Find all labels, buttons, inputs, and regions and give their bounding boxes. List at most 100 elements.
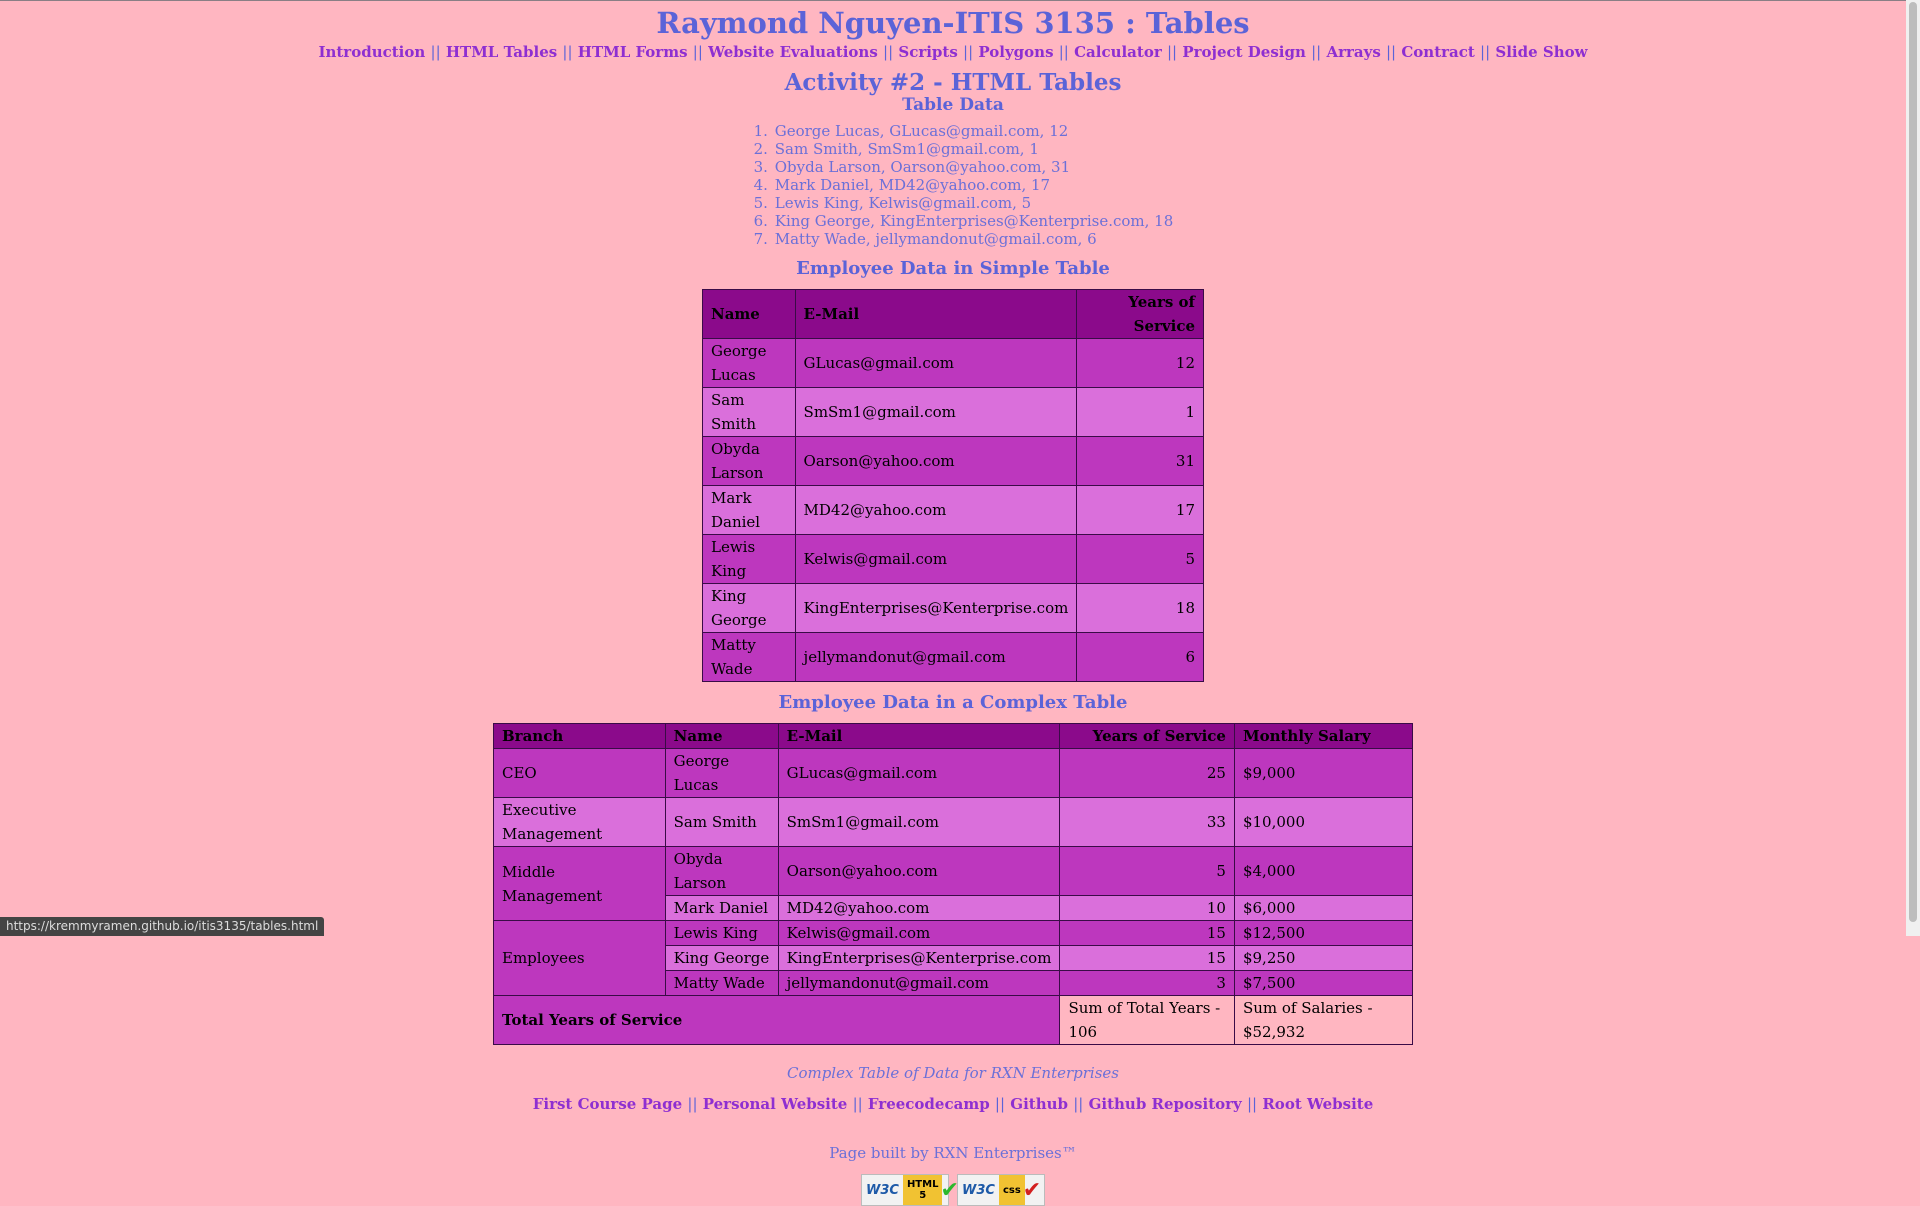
nav-link-slide-show[interactable]: Slide Show xyxy=(1495,43,1587,61)
list-item: Lewis King, Kelwis@gmail.com, 5 xyxy=(773,194,1174,212)
window-top-border xyxy=(0,0,1920,1)
badge-label: css xyxy=(998,1175,1025,1205)
footer-link-root-website[interactable]: Root Website xyxy=(1262,1095,1373,1113)
complex-table-caption: Complex Table of Data for RXN Enterprise… xyxy=(786,1064,1120,1082)
validation-badges: W3C HTML 5 ✔ W3C css ✔ xyxy=(0,1174,1906,1206)
cell-email: MD42@yahoo.com xyxy=(777,895,1061,921)
nav-separator: || xyxy=(1247,1095,1258,1113)
cell-name: Sam Smith xyxy=(702,387,796,437)
footer-link-github-repository[interactable]: Github Repository xyxy=(1089,1095,1242,1113)
footer-link-personal-website[interactable]: Personal Website xyxy=(703,1095,848,1113)
scrollbar-thumb[interactable] xyxy=(1909,2,1917,922)
page-content: Raymond Nguyen-ITIS 3135 : Tables Introd… xyxy=(0,0,1906,1206)
nav-link-website-evaluations[interactable]: Website Evaluations xyxy=(708,43,878,61)
browser-status-url: https://kremmyramen.github.io/itis3135/t… xyxy=(0,917,325,936)
cell-salary: $6,000 xyxy=(1233,895,1414,921)
cell-email: MD42@yahoo.com xyxy=(794,485,1078,535)
column-header-years: Years of Service xyxy=(1059,723,1235,749)
complex-employee-table: Branch Name E-Mail Years of Service Mont… xyxy=(492,723,1414,1045)
cell-years: 3 xyxy=(1059,970,1235,996)
nav-separator: || xyxy=(1073,1095,1084,1113)
column-header-years: Years of Service xyxy=(1076,289,1204,339)
table-row: Matty Wade jellymandonut@gmail.com 6 xyxy=(702,632,1204,682)
list-item: Obyda Larson, Oarson@yahoo.com, 31 xyxy=(773,158,1174,176)
footer-link-freecodecamp[interactable]: Freecodecamp xyxy=(868,1095,990,1113)
cell-name: Obyda Larson xyxy=(702,436,796,486)
table-row: Employees Lewis King Kelwis@gmail.com 15… xyxy=(493,920,1414,996)
nav-link-introduction[interactable]: Introduction xyxy=(318,43,425,61)
cell-name: Lewis King xyxy=(702,534,796,584)
cell-salary: $4,000 xyxy=(1233,846,1414,896)
nav-link-arrays[interactable]: Arrays xyxy=(1326,43,1380,61)
cell-years: 5 xyxy=(1059,846,1235,896)
w3c-logo: W3C xyxy=(866,1182,899,1198)
column-header-branch: Branch xyxy=(493,723,666,749)
branch-cell-employees: Employees xyxy=(493,920,666,996)
cell-years: 10 xyxy=(1059,895,1235,921)
nav-link-contract[interactable]: Contract xyxy=(1401,43,1474,61)
table-row: CEO George Lucas GLucas@gmail.com 25 $9,… xyxy=(493,748,1414,798)
nav-separator: || xyxy=(692,43,703,61)
table-row: Lewis King Kelwis@gmail.com 5 xyxy=(702,534,1204,584)
cell-years: 6 xyxy=(1076,632,1204,682)
nav-separator: || xyxy=(994,1095,1006,1113)
cell-name: George Lucas xyxy=(702,338,796,388)
cell-salary: $10,000 xyxy=(1233,797,1414,847)
footer-link-first-course-page[interactable]: First Course Page xyxy=(533,1095,682,1113)
nav-link-calculator[interactable]: Calculator xyxy=(1074,43,1162,61)
list-item: King George, KingEnterprises@Kenterprise… xyxy=(773,212,1174,230)
badge-label: HTML 5 xyxy=(902,1175,943,1205)
cell-name: Mark Daniel xyxy=(702,485,796,535)
total-years-sum: Sum of Total Years - 106 xyxy=(1059,995,1235,1045)
vertical-scrollbar[interactable] xyxy=(1906,0,1920,936)
cell-email: GLucas@gmail.com xyxy=(777,748,1061,798)
table-row: Middle Management Obyda Larson Oarson@ya… xyxy=(493,846,1414,921)
w3c-html5-badge[interactable]: W3C HTML 5 ✔ xyxy=(861,1174,959,1206)
page-title: Raymond Nguyen-ITIS 3135 : Tables xyxy=(656,6,1250,40)
footer-link-github[interactable]: Github xyxy=(1010,1095,1068,1113)
cell-email: Oarson@yahoo.com xyxy=(777,846,1061,896)
cell-years: 1 xyxy=(1076,387,1204,437)
nav-link-html-tables[interactable]: HTML Tables xyxy=(446,43,557,61)
nav-separator: || xyxy=(852,1095,863,1113)
nav-separator: || xyxy=(1058,43,1069,61)
table-row: Sam Smith SmSm1@gmail.com 1 xyxy=(702,387,1204,437)
nav-link-html-forms[interactable]: HTML Forms xyxy=(578,43,688,61)
list-item: George Lucas, GLucas@gmail.com, 12 xyxy=(773,122,1174,140)
nav-separator: || xyxy=(687,1095,698,1113)
cell-years: 15 xyxy=(1059,945,1235,971)
built-by-text: Page built by RXN Enterprises™ xyxy=(829,1144,1077,1162)
cell-email: Kelwis@gmail.com xyxy=(777,920,1061,946)
checkmark-icon: ✔ xyxy=(1022,1177,1042,1203)
cell-name: King George xyxy=(702,583,796,633)
table-header-row: Name E-Mail Years of Service xyxy=(702,289,1204,339)
table-row: George Lucas GLucas@gmail.com 12 xyxy=(702,338,1204,388)
nav-separator: || xyxy=(963,43,974,61)
cell-name: George Lucas xyxy=(664,748,779,798)
nav-link-polygons[interactable]: Polygons xyxy=(978,43,1053,61)
nav-separator: || xyxy=(1311,43,1322,61)
cell-name: King George xyxy=(664,945,779,971)
column-header-name: Name xyxy=(664,723,779,749)
cell-salary: $9,250 xyxy=(1233,945,1414,971)
complex-table-heading: Employee Data in a Complex Table xyxy=(778,692,1128,713)
table-footer-row: Total Years of Service Sum of Total Year… xyxy=(492,995,1414,1045)
main-nav: Introduction || HTML Tables || HTML Form… xyxy=(0,42,1906,62)
simple-employee-table: Name E-Mail Years of Service George Luca… xyxy=(702,289,1204,682)
list-item: Matty Wade, jellymandonut@gmail.com, 6 xyxy=(773,230,1174,248)
cell-email: SmSm1@gmail.com xyxy=(794,387,1078,437)
nav-link-scripts[interactable]: Scripts xyxy=(898,43,957,61)
nav-link-project-design[interactable]: Project Design xyxy=(1182,43,1306,61)
table-row: Obyda Larson Oarson@yahoo.com 31 xyxy=(702,436,1204,486)
cell-name: Matty Wade xyxy=(702,632,796,682)
total-years-label: Total Years of Service xyxy=(492,995,1061,1045)
cell-email: jellymandonut@gmail.com xyxy=(777,970,1061,996)
nav-separator: || xyxy=(1480,43,1491,61)
branch-cell-middle-management: Middle Management xyxy=(493,846,666,921)
cell-name: Mark Daniel xyxy=(664,895,779,921)
cell-email: jellymandonut@gmail.com xyxy=(794,632,1078,682)
column-header-salary: Monthly Salary xyxy=(1233,723,1414,749)
w3c-css-badge[interactable]: W3C css ✔ xyxy=(957,1174,1045,1206)
table-row: King George KingEnterprises@Kenterprise.c… xyxy=(702,583,1204,633)
cell-name: Lewis King xyxy=(664,920,779,946)
